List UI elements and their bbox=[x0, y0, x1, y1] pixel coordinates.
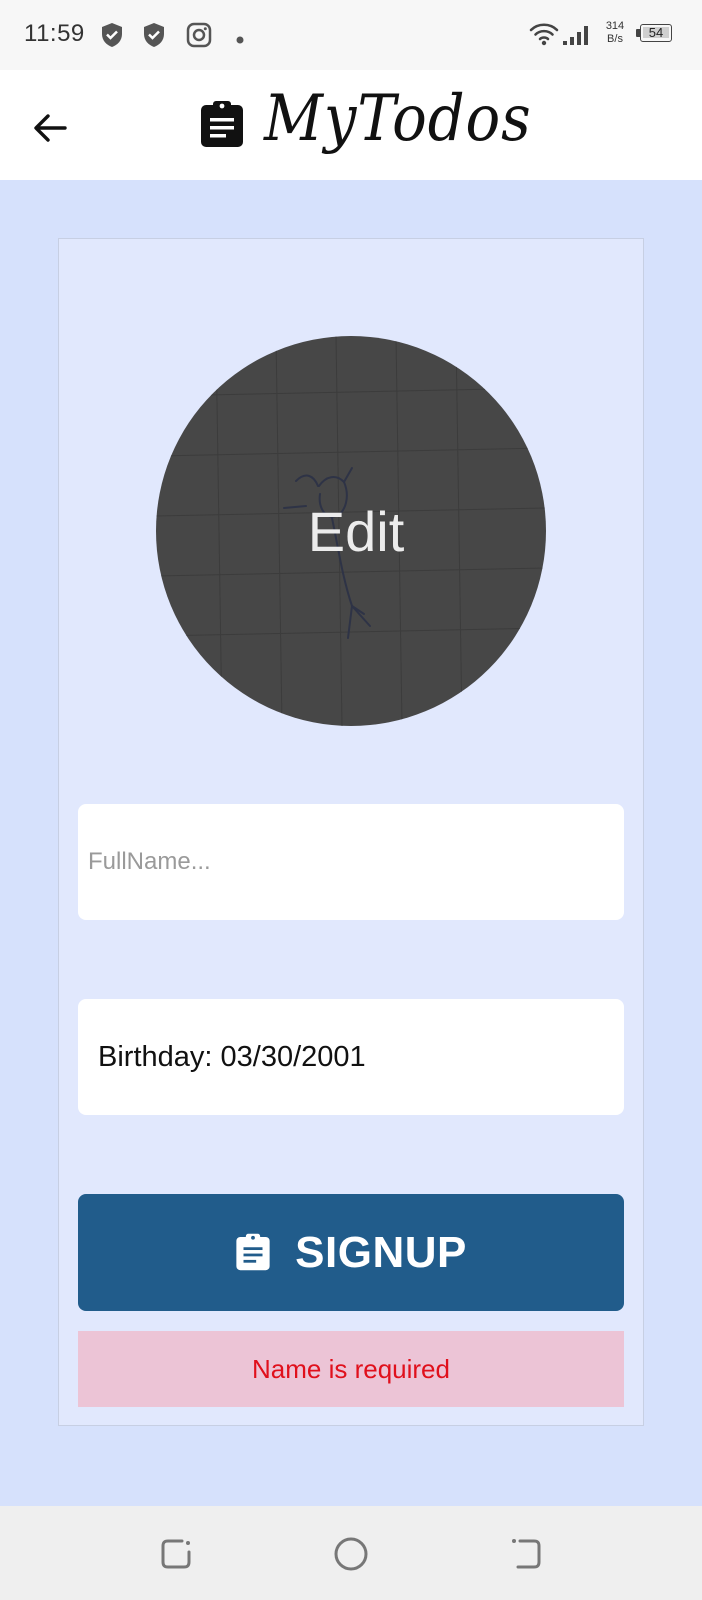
signup-label: SIGNUP bbox=[295, 1227, 467, 1277]
birthday-field[interactable]: Birthday: 03/30/2001 bbox=[78, 999, 624, 1115]
fullname-field[interactable] bbox=[78, 804, 624, 920]
battery-icon: 54 bbox=[636, 24, 674, 44]
shield-check-icon bbox=[142, 22, 166, 53]
recents-icon[interactable] bbox=[158, 1536, 194, 1572]
fullname-input[interactable] bbox=[78, 804, 624, 920]
battery-level: 54 bbox=[648, 25, 664, 40]
status-time: 11:59 bbox=[24, 20, 85, 47]
avatar-edit-button[interactable]: Edit bbox=[156, 336, 546, 726]
wifi-icon bbox=[529, 22, 559, 51]
birthday-text: Birthday: 03/30/2001 bbox=[98, 1041, 366, 1073]
clipboard-icon bbox=[200, 100, 244, 153]
dot-icon bbox=[236, 31, 244, 49]
network-speed-value: 314 bbox=[605, 20, 625, 32]
home-icon[interactable] bbox=[333, 1536, 369, 1572]
arrow-left-icon bbox=[34, 114, 67, 142]
network-speed-unit: B/s bbox=[607, 33, 623, 45]
network-speed: 314 B/s bbox=[600, 20, 630, 46]
signal-icon bbox=[562, 24, 592, 51]
back-icon[interactable] bbox=[508, 1536, 544, 1572]
system-nav-bar bbox=[0, 1506, 702, 1600]
status-bar: 11:59 314 B/s 54 bbox=[0, 0, 702, 70]
app-bar: MyTodos bbox=[0, 70, 702, 180]
error-message-box: Name is required bbox=[78, 1331, 624, 1407]
clipboard-icon bbox=[235, 1233, 271, 1274]
back-button[interactable] bbox=[22, 100, 78, 156]
shield-check-icon bbox=[100, 22, 124, 53]
instagram-icon bbox=[186, 22, 212, 53]
avatar-edit-label: Edit bbox=[307, 499, 405, 563]
app-title: MyTodos bbox=[264, 82, 532, 156]
signup-button[interactable]: SIGNUP bbox=[78, 1194, 624, 1311]
error-message: Name is required bbox=[252, 1353, 450, 1384]
